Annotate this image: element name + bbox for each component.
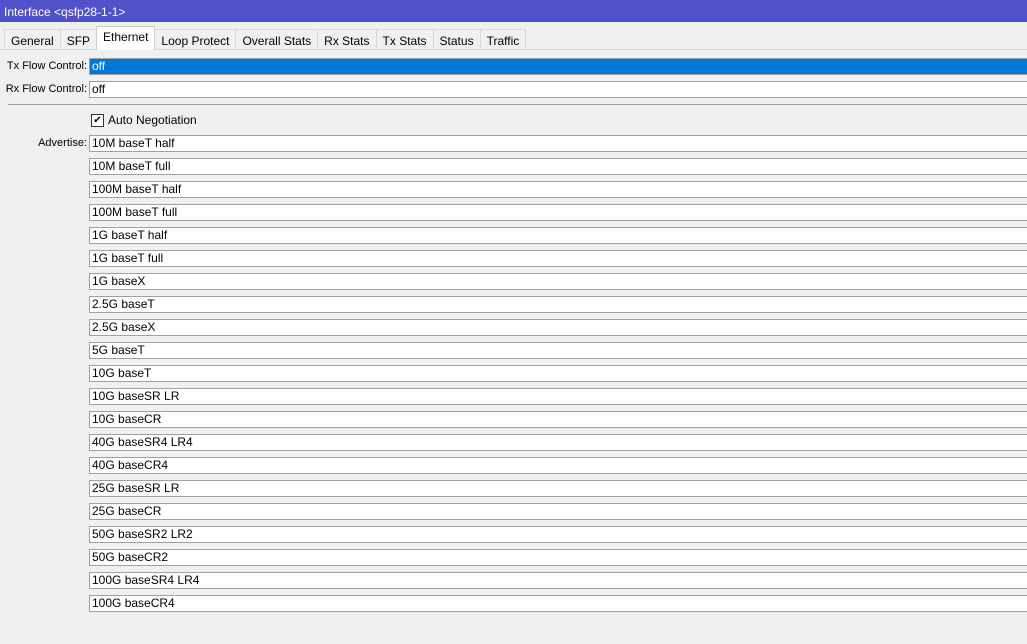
advertise-field[interactable]: 100G baseCR4 [89,595,1027,612]
advertise-row: 5G baseT [0,342,1027,359]
advertise-row: 50G baseSR2 LR2 [0,526,1027,543]
rx-flow-control-label: Rx Flow Control: [5,83,87,95]
tab-traffic[interactable]: Traffic [479,29,527,49]
advertise-row: Advertise: 10M baseT half [0,135,1027,152]
advertise-field[interactable]: 100G baseSR4 LR4 [89,572,1027,589]
tx-flow-control-row: Tx Flow Control: off [0,58,1027,75]
tab-overall-stats[interactable]: Overall Stats [235,29,319,49]
advertise-field[interactable]: 2.5G baseX [89,319,1027,336]
tab-rx-stats[interactable]: Rx Stats [317,29,377,49]
tab-general[interactable]: General [4,29,61,49]
rx-flow-control-field[interactable]: off [89,81,1027,98]
tab-bar: General SFP Ethernet Loop Protect Overall St… [4,26,527,50]
advertise-field[interactable]: 40G baseCR4 [89,457,1027,474]
advertise-field[interactable]: 50G baseSR2 LR2 [89,526,1027,543]
advertise-row: 40G baseCR4 [0,457,1027,474]
tx-flow-control-field[interactable]: off [89,58,1027,75]
advertise-field[interactable]: 40G baseSR4 LR4 [89,434,1027,451]
window-title: Interface <qsfp28-1-1> [0,0,1027,22]
advertise-row: 1G baseX [0,273,1027,290]
advertise-row: 100G baseCR4 [0,595,1027,612]
advertise-field[interactable]: 25G baseSR LR [89,480,1027,497]
advertise-row: 25G baseCR [0,503,1027,520]
rx-flow-control-row: Rx Flow Control: off [0,81,1027,98]
advertise-row: 2.5G baseT [0,296,1027,313]
checkbox-check-icon[interactable]: ✔ [91,113,104,127]
advertise-field[interactable]: 10G baseCR [89,411,1027,428]
tab-sfp[interactable]: SFP [59,29,98,49]
advertise-field[interactable]: 1G baseT full [89,250,1027,267]
advertise-field[interactable]: 10M baseT full [89,158,1027,175]
advertise-field[interactable]: 100M baseT full [89,204,1027,221]
advertise-field[interactable]: 1G baseT half [89,227,1027,244]
advertise-row: 100M baseT half [0,181,1027,198]
advertise-row: 2.5G baseX [0,319,1027,336]
tab-loop-protect[interactable]: Loop Protect [154,29,237,49]
advertise-row: 25G baseSR LR [0,480,1027,497]
advertise-row: 1G baseT full [0,250,1027,267]
tab-status[interactable]: Status [432,29,481,49]
advertise-field[interactable]: 2.5G baseT [89,296,1027,313]
advertise-row: 100G baseSR4 LR4 [0,572,1027,589]
advertise-field[interactable]: 25G baseCR [89,503,1027,520]
advertise-row: 40G baseSR4 LR4 [0,434,1027,451]
advertise-field[interactable]: 100M baseT half [89,181,1027,198]
tab-ethernet[interactable]: Ethernet [96,26,156,50]
advertise-row: 10G baseCR [0,411,1027,428]
advertise-label: Advertise: [38,137,87,149]
advertise-row: 50G baseCR2 [0,549,1027,566]
advertise-row: 10G baseT [0,365,1027,382]
auto-negotiation-checkbox[interactable]: ✔ Auto Negotiation [91,113,197,127]
advertise-row: 100M baseT full [0,204,1027,221]
advertise-field[interactable]: 10G baseSR LR [89,388,1027,405]
advertise-field[interactable]: 1G baseX [89,273,1027,290]
advertise-field[interactable]: 5G baseT [89,342,1027,359]
auto-negotiation-label: Auto Negotiation [108,113,197,127]
tab-tx-stats[interactable]: Tx Stats [375,29,434,49]
advertise-field[interactable]: 10G baseT [89,365,1027,382]
advertise-row: 10G baseSR LR [0,388,1027,405]
advertise-row: 10M baseT full [0,158,1027,175]
tx-flow-control-label: Tx Flow Control: [6,60,87,72]
divider [8,104,1027,105]
advertise-field[interactable]: 10M baseT half [89,135,1027,152]
advertise-row: 1G baseT half [0,227,1027,244]
advertise-field[interactable]: 50G baseCR2 [89,549,1027,566]
